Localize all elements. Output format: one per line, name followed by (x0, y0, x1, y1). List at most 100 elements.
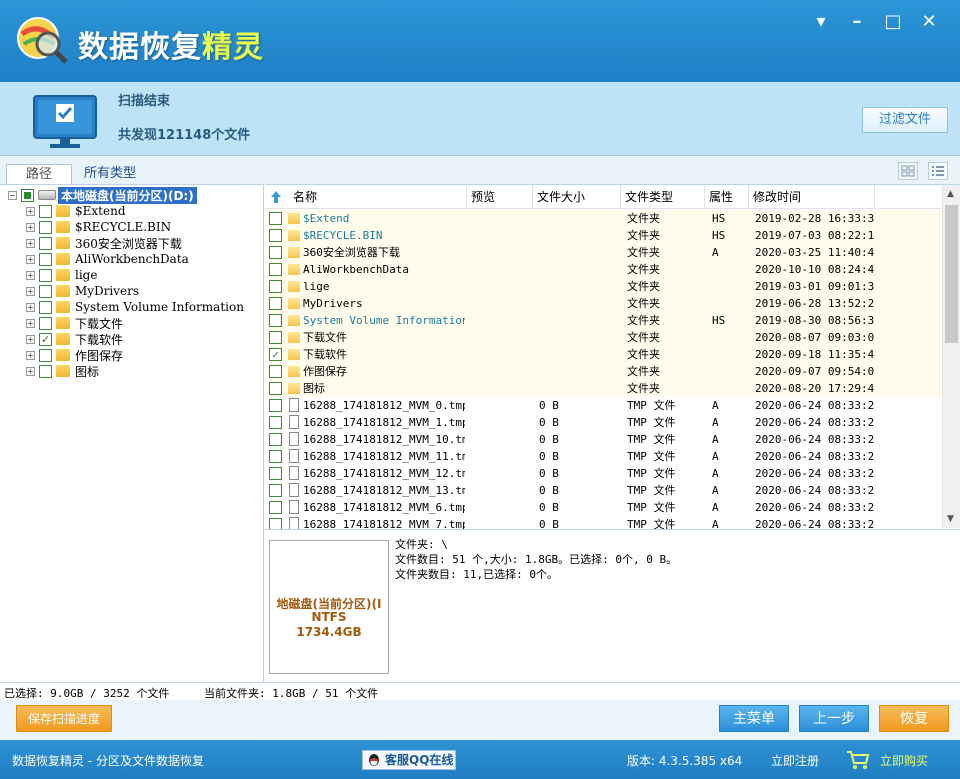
expand-icon[interactable]: + (26, 318, 35, 328)
row-checkbox[interactable] (269, 467, 282, 480)
expand-icon[interactable]: + (26, 302, 35, 312)
tree-item[interactable]: + $RECYCLE.BIN (26, 219, 171, 235)
tree-item-checkbox[interactable] (39, 364, 52, 378)
table-row[interactable]: 图标 文件夹 2020-08-20 17:29:41 (265, 380, 941, 397)
tree-item-checkbox[interactable] (39, 204, 52, 218)
column-header-type[interactable]: 文件类型 (621, 185, 705, 209)
tree-item[interactable]: + MyDrivers (26, 283, 139, 299)
row-checkbox[interactable] (269, 450, 282, 463)
cart-icon[interactable] (846, 750, 870, 770)
tab-path[interactable]: 路径 (6, 164, 72, 184)
expand-icon[interactable]: + (26, 270, 35, 280)
detail-view-icon[interactable] (928, 162, 948, 180)
main-menu-button[interactable]: 主菜单 (719, 705, 789, 732)
recover-button[interactable]: 恢复 (879, 705, 949, 732)
expand-icon[interactable]: + (26, 254, 35, 264)
tree-item[interactable]: + System Volume Information (26, 299, 244, 315)
column-header-size[interactable]: 文件大小 (533, 185, 621, 209)
table-row[interactable]: System Volume Information 文件夹 HS 2019-08-30… (265, 312, 941, 329)
back-button[interactable]: 上一步 (799, 705, 869, 732)
expand-icon[interactable]: + (26, 206, 35, 216)
row-checkbox[interactable] (269, 314, 282, 327)
table-row[interactable]: 16288_174181812_MVM_12.tmp 0 B TMP 文件 A 2020… (265, 465, 941, 482)
expand-icon[interactable]: + (26, 334, 35, 344)
tree-item-checkbox[interactable]: ✓ (39, 332, 52, 346)
table-row[interactable]: MyDrivers 文件夹 2019-06-28 13:52:27 (265, 295, 941, 312)
tree-item[interactable]: + $Extend (26, 203, 126, 219)
table-row[interactable]: 16288_174181812_MVM_0.tmp 0 B TMP 文件 A 2020-… (265, 397, 941, 414)
vertical-scrollbar[interactable]: ▲ ▼ (942, 185, 960, 528)
scroll-up-icon[interactable]: ▲ (947, 189, 954, 199)
column-header-modified[interactable]: 修改时间 (749, 185, 875, 209)
tree-item[interactable]: + 图标 (26, 363, 99, 379)
table-row[interactable]: 16288_174181812_MVM_10.tmp 0 B TMP 文件 A 2020… (265, 431, 941, 448)
row-checkbox[interactable] (269, 297, 282, 310)
tree-item-checkbox[interactable] (39, 220, 52, 234)
scroll-down-icon[interactable]: ▼ (947, 514, 954, 524)
tree-item[interactable]: + AliWorkbenchData (26, 251, 189, 267)
expand-icon[interactable]: + (26, 366, 35, 376)
column-header-attr[interactable]: 属性 (705, 185, 749, 209)
tree-item[interactable]: + 作图保存 (26, 347, 123, 363)
row-checkbox[interactable] (269, 382, 282, 395)
thumbnail-view-icon[interactable] (898, 162, 918, 180)
tree-item-checkbox[interactable] (39, 284, 52, 298)
expand-icon[interactable]: + (26, 350, 35, 360)
row-checkbox[interactable] (269, 331, 282, 344)
tree-item[interactable]: + ✓ 下载软件 (26, 331, 123, 347)
collapse-icon[interactable]: − (8, 190, 17, 200)
register-link[interactable]: 立即注册 (771, 752, 819, 769)
row-checkbox[interactable]: ✓ (269, 348, 282, 361)
expand-icon[interactable]: + (26, 238, 35, 248)
maximize-icon[interactable]: □ (878, 10, 908, 34)
table-row[interactable]: 360安全浏览器下载 文件夹 A 2020-03-25 11:40:45 (265, 244, 941, 261)
tree-item-checkbox[interactable] (39, 268, 52, 282)
tree-item-checkbox[interactable] (39, 236, 52, 250)
row-checkbox[interactable] (269, 212, 282, 225)
column-header-name[interactable]: 名称 (289, 185, 467, 209)
minimize-icon[interactable]: – (842, 10, 872, 34)
table-row[interactable]: 16288_174181812_MVM_6.tmp 0 B TMP 文件 A 2020-… (265, 499, 941, 516)
filter-files-button[interactable]: 过滤文件 (862, 107, 948, 133)
sort-up-icon[interactable] (265, 185, 289, 209)
scroll-thumb[interactable] (945, 205, 958, 343)
row-checkbox[interactable] (269, 399, 282, 412)
row-checkbox[interactable] (269, 365, 282, 378)
buy-now-link[interactable]: 立即购买 (880, 752, 928, 769)
qq-service-button[interactable]: 客服QQ在线 (362, 750, 456, 770)
table-row[interactable]: lige 文件夹 2019-03-01 09:01:36 (265, 278, 941, 295)
row-checkbox[interactable] (269, 433, 282, 446)
table-row[interactable]: $Extend 文件夹 HS 2019-02-28 16:33:38 (265, 210, 941, 227)
row-checkbox[interactable] (269, 229, 282, 242)
expand-icon[interactable]: + (26, 286, 35, 296)
tree-item-checkbox[interactable] (39, 348, 52, 362)
dropdown-menu-icon[interactable]: ▾ (806, 10, 836, 34)
tree-item-checkbox[interactable] (39, 316, 52, 330)
table-row[interactable]: 下载文件 文件夹 2020-08-07 09:03:03 (265, 329, 941, 346)
tree-item[interactable]: + lige (26, 267, 97, 283)
tree-item[interactable]: + 下载文件 (26, 315, 123, 331)
row-checkbox[interactable] (269, 484, 282, 497)
row-checkbox[interactable] (269, 263, 282, 276)
tree-item-checkbox[interactable] (39, 300, 52, 314)
row-checkbox[interactable] (269, 501, 282, 514)
close-icon[interactable]: ✕ (914, 10, 944, 34)
tree-item-checkbox[interactable] (39, 252, 52, 266)
table-row[interactable]: AliWorkbenchData 文件夹 2020-10-10 08:24:47 (265, 261, 941, 278)
row-checkbox[interactable] (269, 246, 282, 259)
save-scan-progress-button[interactable]: 保存扫描进度 (16, 705, 112, 732)
table-row[interactable]: 作图保存 文件夹 2020-09-07 09:54:03 (265, 363, 941, 380)
table-row[interactable]: 16288_174181812_MVM_13.tmp 0 B TMP 文件 A 2020… (265, 482, 941, 499)
tab-all-types[interactable]: 所有类型 (74, 164, 146, 184)
expand-icon[interactable]: + (26, 222, 35, 232)
row-checkbox[interactable] (269, 416, 282, 429)
tree-item[interactable]: +360安全浏览器下载 (26, 235, 182, 251)
table-row[interactable]: 16288_174181812_MVM_1.tmp 0 B TMP 文件 A 2020-… (265, 414, 941, 431)
tree-root-checkbox[interactable] (21, 188, 34, 202)
table-row[interactable]: $RECYCLE.BIN 文件夹 HS 2019-07-03 08:22:17 (265, 227, 941, 244)
column-header-preview[interactable]: 预览 (467, 185, 533, 209)
row-checkbox[interactable] (269, 280, 282, 293)
tree-root-row[interactable]: − 本地磁盘(当前分区)(D:) (8, 186, 197, 204)
table-row[interactable]: ✓ 下载软件 文件夹 2020-09-18 11:35:43 (265, 346, 941, 363)
table-row[interactable]: 16288_174181812_MVM_11.tmp 0 B TMP 文件 A 2020… (265, 448, 941, 465)
